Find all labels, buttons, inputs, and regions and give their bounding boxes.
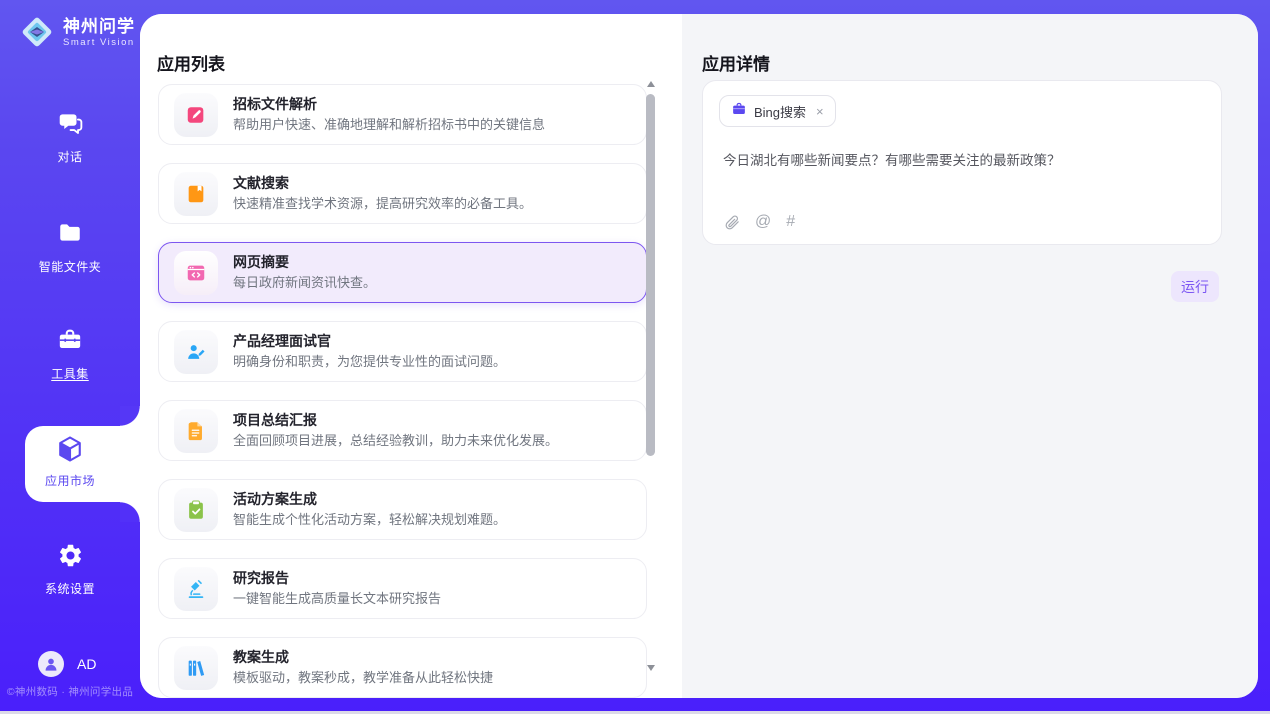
sidebar-item-toolset[interactable]: 工具集 xyxy=(0,327,140,382)
app-detail-title: 应用详情 xyxy=(702,50,770,75)
microscope-icon xyxy=(185,578,207,600)
app-card[interactable]: 文献搜索 快速精准查找学术资源，提高研究效率的必备工具。 xyxy=(158,163,647,224)
user-name: AD xyxy=(77,656,96,672)
paperclip-icon[interactable] xyxy=(723,214,740,231)
sidebar-item-settings[interactable]: 系统设置 xyxy=(0,542,140,597)
scrollbar-thumb[interactable] xyxy=(646,94,655,456)
app-title: 活动方案生成 xyxy=(233,491,506,509)
pen-square-icon xyxy=(185,104,207,126)
app-description: 模板驱动，教案秒成，教学准备从此轻松快捷 xyxy=(233,670,493,686)
sidebar-item-smart-folder[interactable]: 智能文件夹 xyxy=(0,220,140,275)
app-title: 研究报告 xyxy=(233,570,441,588)
sidebar-item-chat[interactable]: 对话 xyxy=(0,110,140,165)
app-title: 项目总结汇报 xyxy=(233,412,558,430)
app-description: 每日政府新闻资讯快查。 xyxy=(233,275,376,291)
diamond-logo-icon xyxy=(18,13,56,51)
report-doc-icon xyxy=(185,420,207,442)
query-text[interactable]: 今日湖北有哪些新闻要点？有哪些需要关注的最新政策？ xyxy=(723,151,1201,171)
sidebar-item-label: 对话 xyxy=(0,148,140,165)
prompt-card: Bing搜索 × 今日湖北有哪些新闻要点？有哪些需要关注的最新政策？ @# xyxy=(702,80,1222,245)
app-title: 教案生成 xyxy=(233,649,493,667)
hash-icon[interactable]: # xyxy=(786,213,795,231)
sidebar-item-label: 工具集 xyxy=(0,365,140,382)
app-title: 网页摘要 xyxy=(233,254,376,272)
content-area: 应用列表 招标文件解析 帮助用户快速、准确地理解和解析招标书中的关键信息 文献搜… xyxy=(140,14,1258,698)
scroll-down-arrow[interactable] xyxy=(646,664,656,672)
app-list-title: 应用列表 xyxy=(157,50,225,75)
sidebar-item-app-market[interactable]: 应用市场 xyxy=(0,434,140,489)
app-list: 招标文件解析 帮助用户快速、准确地理解和解析招标书中的关键信息 文献搜索 快速精… xyxy=(158,84,647,698)
briefcase-icon xyxy=(731,101,747,122)
brand-name: 神州问学 xyxy=(63,17,135,36)
app-description: 全面回顾项目进展，总结经验教训，助力未来优化发展。 xyxy=(233,433,558,449)
sidebar: 神州问学 Smart Vision 对话 智能文件夹 工具集 应用市场 系统设置 xyxy=(0,0,140,714)
book-icon xyxy=(185,183,207,205)
browser-code-icon xyxy=(185,262,207,284)
sidebar-item-label: 智能文件夹 xyxy=(0,258,140,275)
copyright-text: ©神州数码 · 神州问学出品 xyxy=(0,684,140,699)
tool-chip-bing-search[interactable]: Bing搜索 × xyxy=(719,95,836,127)
app-description: 明确身份和职责，为您提供专业性的面试问题。 xyxy=(233,354,506,370)
app-card[interactable]: 项目总结汇报 全面回顾项目进展，总结经验教训，助力未来优化发展。 xyxy=(158,400,647,461)
sidebar-item-label: 系统设置 xyxy=(0,580,140,597)
close-icon[interactable]: × xyxy=(816,104,824,119)
gear-icon xyxy=(57,542,84,570)
books-icon xyxy=(185,657,207,679)
app-list-panel: 应用列表 招标文件解析 帮助用户快速、准确地理解和解析招标书中的关键信息 文献搜… xyxy=(140,14,682,698)
brand-subtitle: Smart Vision xyxy=(63,37,135,48)
run-button[interactable]: 运行 xyxy=(1171,271,1219,302)
user-row[interactable]: AD xyxy=(38,651,96,677)
clipboard-check-icon xyxy=(185,499,207,521)
interviewer-icon xyxy=(185,341,207,363)
app-title: 产品经理面试官 xyxy=(233,333,506,351)
cube-icon xyxy=(55,434,85,462)
app-card[interactable]: 招标文件解析 帮助用户快速、准确地理解和解析招标书中的关键信息 xyxy=(158,84,647,145)
app-description: 智能生成个性化活动方案，轻松解决规划难题。 xyxy=(233,512,506,528)
at-icon[interactable]: @ xyxy=(755,213,771,231)
scroll-up-arrow[interactable] xyxy=(646,80,656,88)
composer-toolbar: @# xyxy=(723,213,795,231)
app-card[interactable]: 研究报告 一键智能生成高质量长文本研究报告 xyxy=(158,558,647,619)
user-avatar-icon[interactable] xyxy=(38,651,64,677)
chat-icon xyxy=(57,110,83,138)
sidebar-item-label: 应用市场 xyxy=(0,472,140,489)
app-detail-panel: 应用详情 Bing搜索 × 今日湖北有哪些新闻要点？有哪些需要关注的最新政策？ … xyxy=(682,14,1258,698)
toolbox-icon xyxy=(57,327,83,355)
app-card[interactable]: 活动方案生成 智能生成个性化活动方案，轻松解决规划难题。 xyxy=(158,479,647,540)
app-description: 快速精准查找学术资源，提高研究效率的必备工具。 xyxy=(233,196,532,212)
app-card[interactable]: 产品经理面试官 明确身份和职责，为您提供专业性的面试问题。 xyxy=(158,321,647,382)
app-title: 招标文件解析 xyxy=(233,96,545,114)
brand-logo: 神州问学 Smart Vision xyxy=(18,13,135,51)
app-window: 神州问学 Smart Vision 对话 智能文件夹 工具集 应用市场 系统设置 xyxy=(0,0,1270,714)
app-card[interactable]: 网页摘要 每日政府新闻资讯快查。 xyxy=(158,242,647,303)
app-description: 帮助用户快速、准确地理解和解析招标书中的关键信息 xyxy=(233,117,545,133)
app-title: 文献搜索 xyxy=(233,175,532,193)
folder-icon xyxy=(57,220,83,248)
app-description: 一键智能生成高质量长文本研究报告 xyxy=(233,591,441,607)
tool-chip-label: Bing搜索 xyxy=(754,102,806,121)
app-card[interactable]: 教案生成 模板驱动，教案秒成，教学准备从此轻松快捷 xyxy=(158,637,647,698)
